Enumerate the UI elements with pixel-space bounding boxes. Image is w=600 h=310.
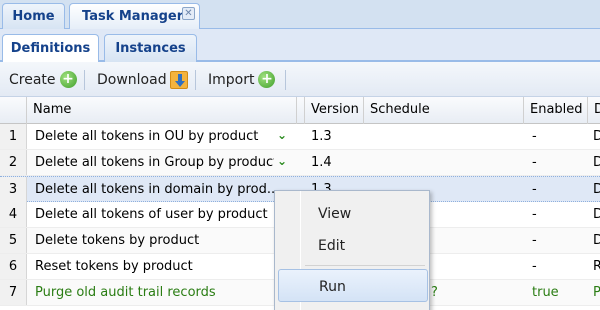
task-schedule	[364, 124, 524, 149]
menu-separator	[305, 265, 425, 266]
task-enabled: -	[532, 207, 537, 222]
table-row[interactable]: 1 Delete all tokens in OU by product ⌄ 1…	[0, 124, 600, 150]
task-name: Delete tokens by product	[35, 233, 200, 248]
task-name: Delete all tokens of user by product	[35, 207, 268, 222]
task-d: D	[593, 155, 600, 170]
download-icon	[169, 71, 188, 89]
task-name: Reset tokens by product	[35, 259, 193, 274]
task-name: Delete all tokens in domain by prod...	[35, 182, 274, 197]
task-enabled: -	[532, 129, 537, 144]
tab-home[interactable]: Home	[2, 3, 65, 29]
task-schedule: ?	[431, 285, 438, 300]
task-version: 1.4	[311, 155, 332, 170]
menu-item-view[interactable]: View	[278, 199, 428, 229]
task-enabled: -	[532, 259, 537, 274]
import-button[interactable]: Import +	[208, 71, 276, 91]
row-number: 5	[0, 228, 27, 253]
row-number: 6	[0, 254, 27, 279]
toolbar-separator	[195, 70, 196, 90]
tab-instances[interactable]: Instances	[104, 34, 197, 62]
top-tab-bar: Home Task Manager ✕	[0, 0, 600, 29]
header-schedule[interactable]: Schedule	[364, 97, 524, 124]
add-icon: +	[59, 71, 77, 88]
task-enabled: true	[532, 285, 559, 300]
tab-definitions[interactable]: Definitions	[2, 34, 99, 64]
tab-task-manager-label: Task Manager	[82, 9, 184, 24]
download-label: Download	[97, 72, 167, 88]
menu-item-edit[interactable]: Edit	[278, 231, 428, 261]
task-enabled: -	[532, 182, 537, 197]
task-d: D	[593, 129, 600, 144]
row-number: 1	[0, 124, 27, 149]
header-spacer	[297, 97, 305, 124]
chevron-down-icon[interactable]: ⌄	[277, 150, 287, 168]
create-button[interactable]: Create +	[9, 71, 77, 91]
row-number: 7	[0, 280, 27, 305]
toolbar-separator	[84, 70, 85, 90]
tab-task-manager[interactable]: Task Manager ✕	[69, 3, 200, 29]
task-schedule	[364, 150, 524, 175]
task-version: 1.3	[311, 129, 332, 144]
task-enabled: -	[532, 233, 537, 248]
toolbar-separator	[285, 70, 286, 90]
row-number: 3	[0, 177, 27, 202]
chevron-down-icon[interactable]: ⌄	[277, 124, 287, 142]
row-number: 4	[0, 202, 27, 227]
import-label: Import	[208, 71, 255, 88]
sub-tab-bar: Definitions Instances	[0, 29, 600, 64]
task-name: Delete all tokens in OU by product	[35, 129, 259, 144]
row-number: 2	[0, 150, 27, 175]
create-label: Create	[9, 71, 56, 88]
task-name: Delete all tokens in Group by product	[35, 155, 274, 170]
task-d: D	[593, 182, 600, 197]
table-row[interactable]: 2 Delete all tokens in Group by product …	[0, 150, 600, 176]
task-d: D	[593, 233, 600, 248]
download-button[interactable]: Download	[97, 71, 188, 91]
toolbar: Create + Download Import +	[0, 62, 600, 97]
context-menu: View Edit Run	[274, 190, 430, 310]
header-name[interactable]: Name	[27, 97, 297, 124]
menu-item-run[interactable]: Run	[278, 269, 428, 302]
task-d: R	[593, 259, 600, 274]
header-version[interactable]: Version	[305, 97, 364, 124]
header-rownum	[0, 97, 27, 124]
task-name: Purge old audit trail records	[35, 285, 216, 300]
add-icon: +	[258, 71, 276, 88]
task-d: P	[593, 285, 600, 300]
task-enabled: -	[532, 155, 537, 170]
grid-header: Name Version Schedule Enabled D	[0, 97, 600, 124]
close-icon[interactable]: ✕	[182, 7, 195, 20]
header-enabled[interactable]: Enabled	[524, 97, 588, 124]
header-d[interactable]: D	[588, 97, 600, 124]
task-d: D	[593, 207, 600, 222]
